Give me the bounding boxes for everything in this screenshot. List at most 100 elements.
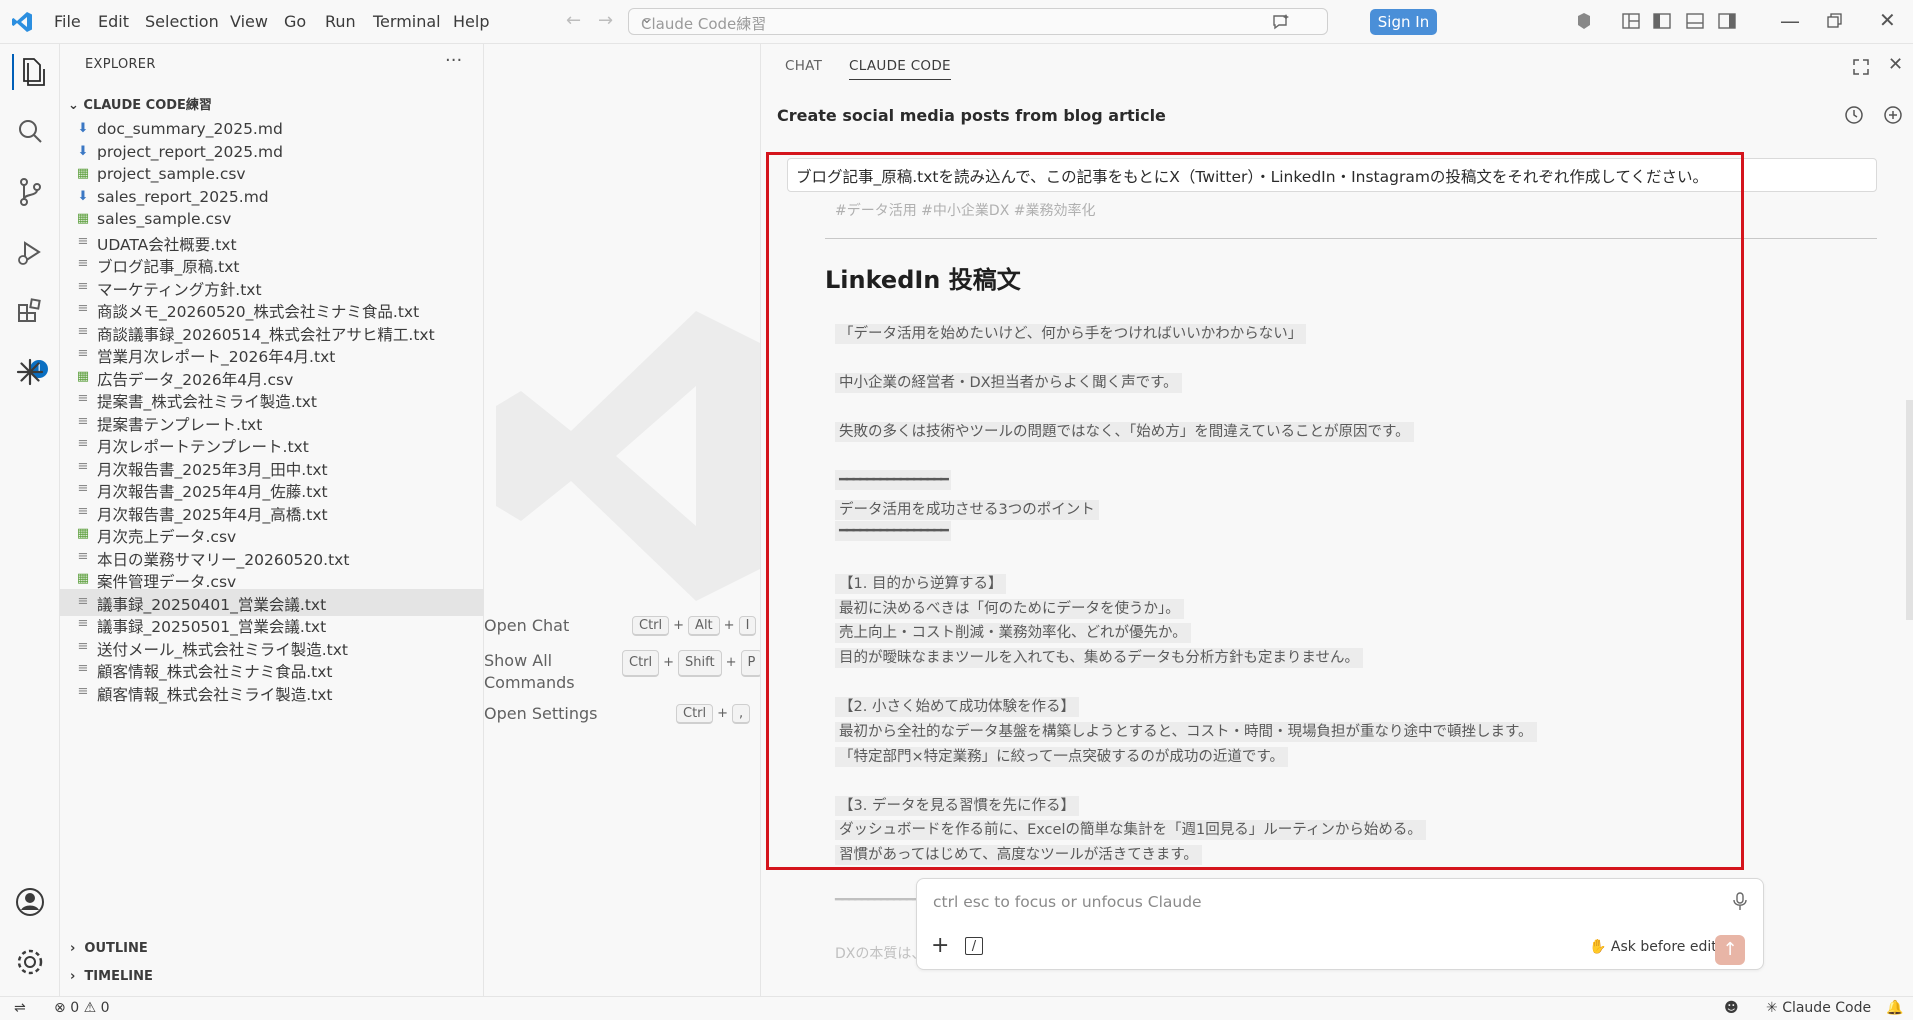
key-plus: + xyxy=(673,618,685,633)
code-line: 【3. データを見る習慣を先に作る】 xyxy=(835,794,1079,816)
key-ctrl: Ctrl xyxy=(676,704,714,724)
menu-view[interactable]: View xyxy=(230,12,268,31)
explorer-sidebar: EXPLORER ··· ⌄ CLAUDE CODE練習 ⬇ doc_summar… xyxy=(60,44,484,996)
txt-file-icon: ≡ xyxy=(77,436,89,451)
txt-file-icon: ≡ xyxy=(77,593,89,609)
code-line-text: ━━━━━━━━━━━━━━━━ xyxy=(835,521,951,541)
search-icon[interactable] xyxy=(12,114,48,150)
key-i: I xyxy=(738,616,757,636)
linkedin-heading: LinkedIn 投稿文 xyxy=(825,266,1021,294)
txt-file-icon: ≡ xyxy=(77,683,89,699)
nav-back-icon[interactable]: ← xyxy=(566,10,581,31)
menu-run[interactable]: Run xyxy=(325,12,356,31)
csv-file-icon: ▦ xyxy=(76,571,90,586)
problems-indicator[interactable]: ⊗ 0 ⚠ 0 xyxy=(54,1000,110,1016)
toggle-secondary-sidebar-icon[interactable] xyxy=(1717,11,1737,31)
open-chat-shortcut[interactable]: Open Chat Ctrl + Alt + I xyxy=(484,616,757,636)
key-plus: + xyxy=(717,706,729,721)
tab-claude-code[interactable]: CLAUDE CODE xyxy=(849,58,951,80)
code-line-text: DXの本質は、 xyxy=(835,946,926,962)
toggle-primary-sidebar-icon[interactable] xyxy=(1652,11,1672,31)
hashtag-line-partial: #データ活用 #中小企業DX #業務効率化 xyxy=(835,203,1096,219)
file-name: project_report_2025.md xyxy=(97,142,283,161)
remote-icon[interactable]: ⇌ xyxy=(14,1000,26,1016)
key-ctrl: Ctrl xyxy=(622,650,660,677)
code-line: 最初に決めるべきは「何のためにデータを使うか」。 xyxy=(835,597,1184,619)
copilot-icon[interactable] xyxy=(1574,11,1594,31)
send-button[interactable]: ↑ xyxy=(1715,935,1745,965)
code-line: ━━━━━━━━━━━━━━━━ xyxy=(835,470,951,490)
chevron-down-icon: ⌄ xyxy=(68,98,84,113)
claude-asterisk-icon: ✳ xyxy=(1766,1000,1783,1016)
close-panel-icon[interactable]: ✕ xyxy=(1888,54,1908,75)
txt-file-icon: ≡ xyxy=(77,458,89,474)
claude-asterisk-icon[interactable] xyxy=(12,354,48,390)
tab-chat[interactable]: CHAT xyxy=(785,58,822,74)
transcript-scrollbar[interactable] xyxy=(1906,400,1913,620)
slash-command-button[interactable]: / xyxy=(965,937,983,955)
open-settings-shortcut[interactable]: Open Settings Ctrl +, xyxy=(484,704,751,724)
new-session-icon[interactable] xyxy=(1883,105,1903,125)
menu-terminal[interactable]: Terminal xyxy=(373,12,441,31)
code-line-text: 【3. データを見る習慣を先に作る】 xyxy=(835,796,1079,816)
more-actions-icon[interactable]: ··· xyxy=(445,50,462,71)
claude-prompt-input[interactable]: ctrl esc to focus or unfocus Claude + / … xyxy=(916,878,1764,970)
error-icon: ⊗ xyxy=(54,1000,71,1016)
code-line-text: 【1. 目的から逆算する】 xyxy=(835,574,1007,594)
history-clock-icon[interactable] xyxy=(1844,105,1864,125)
minimize-icon[interactable]: — xyxy=(1780,9,1800,33)
menu-file[interactable]: File xyxy=(54,12,81,31)
source-control-icon[interactable] xyxy=(12,174,48,210)
menu-selection[interactable]: Selection xyxy=(145,12,219,31)
nav-forward-icon[interactable]: → xyxy=(598,10,613,31)
txt-file-icon: ≡ xyxy=(77,323,89,339)
chevron-right-icon: › xyxy=(70,941,85,956)
add-attachment-button[interactable]: + xyxy=(931,935,949,957)
csv-file-icon: ▦ xyxy=(76,368,90,384)
settings-gear-icon[interactable] xyxy=(12,944,48,980)
account-icon[interactable] xyxy=(12,884,48,920)
menu-help[interactable]: Help xyxy=(453,12,489,31)
toggle-panel-icon[interactable] xyxy=(1685,11,1705,31)
show-all-commands-shortcut[interactable]: Show All Commands Ctrl + Shift + P xyxy=(484,650,760,694)
file-item[interactable]: ≡ 顧客情報_株式会社ミライ製造.txt xyxy=(60,679,484,706)
close-window-icon[interactable]: ✕ xyxy=(1879,8,1899,32)
command-center-search[interactable]: Claude Code練習 ⌄ xyxy=(628,8,1328,35)
copilot-status-icon[interactable]: ☻ xyxy=(1724,1000,1739,1016)
run-debug-icon[interactable] xyxy=(12,234,48,270)
workspace-folder-name: CLAUDE CODE練習 xyxy=(83,98,212,113)
txt-file-icon: ≡ xyxy=(77,616,89,631)
hand-icon: ✋ xyxy=(1589,939,1611,955)
code-line-text: ━━━━━━━━━━━━━━━━ xyxy=(835,470,951,490)
timeline-section[interactable]: › TIMELINE xyxy=(70,969,153,984)
txt-file-icon: ≡ xyxy=(77,503,89,519)
workspace-folder[interactable]: ⌄ CLAUDE CODE練習 xyxy=(68,94,212,113)
file-name: sales_report_2025.md xyxy=(97,187,269,206)
md-file-icon: ⬇ xyxy=(77,188,89,204)
explorer-files-icon[interactable] xyxy=(12,54,50,90)
notifications-bell-icon[interactable]: 🔔 xyxy=(1886,1000,1903,1016)
code-line: 失敗の多くは技術やツールの問題ではなく、「始め方」を間違えていることが原因です。 xyxy=(835,420,1414,442)
menu-edit[interactable]: Edit xyxy=(98,12,129,31)
session-title: Create social media posts from blog arti… xyxy=(777,106,1166,125)
timeline-label: TIMELINE xyxy=(84,969,153,984)
sign-in-button[interactable]: Sign In xyxy=(1370,9,1437,35)
code-line-text: データ活用を成功させる3つのポイント xyxy=(835,500,1099,520)
arrow-up-icon: ↑ xyxy=(1722,939,1738,960)
microphone-icon[interactable] xyxy=(1731,891,1749,911)
outline-section[interactable]: › OUTLINE xyxy=(70,941,148,956)
txt-file-icon: ≡ xyxy=(77,301,89,316)
code-line: 【1. 目的から逆算する】 xyxy=(835,572,1007,594)
maximize-icon[interactable] xyxy=(1851,57,1871,77)
csv-file-icon: ▦ xyxy=(76,166,90,181)
menu-go[interactable]: Go xyxy=(284,12,306,31)
layout-customize-icon[interactable] xyxy=(1621,11,1641,31)
vscode-logo-icon xyxy=(12,12,32,32)
code-line: 習慣があってはじめて、高度なツールが活きてきます。 xyxy=(835,843,1202,865)
chevron-down-icon[interactable]: ⌄ xyxy=(641,11,1317,27)
restore-icon[interactable] xyxy=(1824,11,1844,31)
claude-code-status[interactable]: ✳ Claude Code xyxy=(1766,1000,1871,1016)
extensions-icon[interactable] xyxy=(12,294,48,330)
permission-mode-label: Ask before edits xyxy=(1610,939,1724,955)
permission-mode-toggle[interactable]: ✋ Ask before edits xyxy=(1589,939,1724,955)
